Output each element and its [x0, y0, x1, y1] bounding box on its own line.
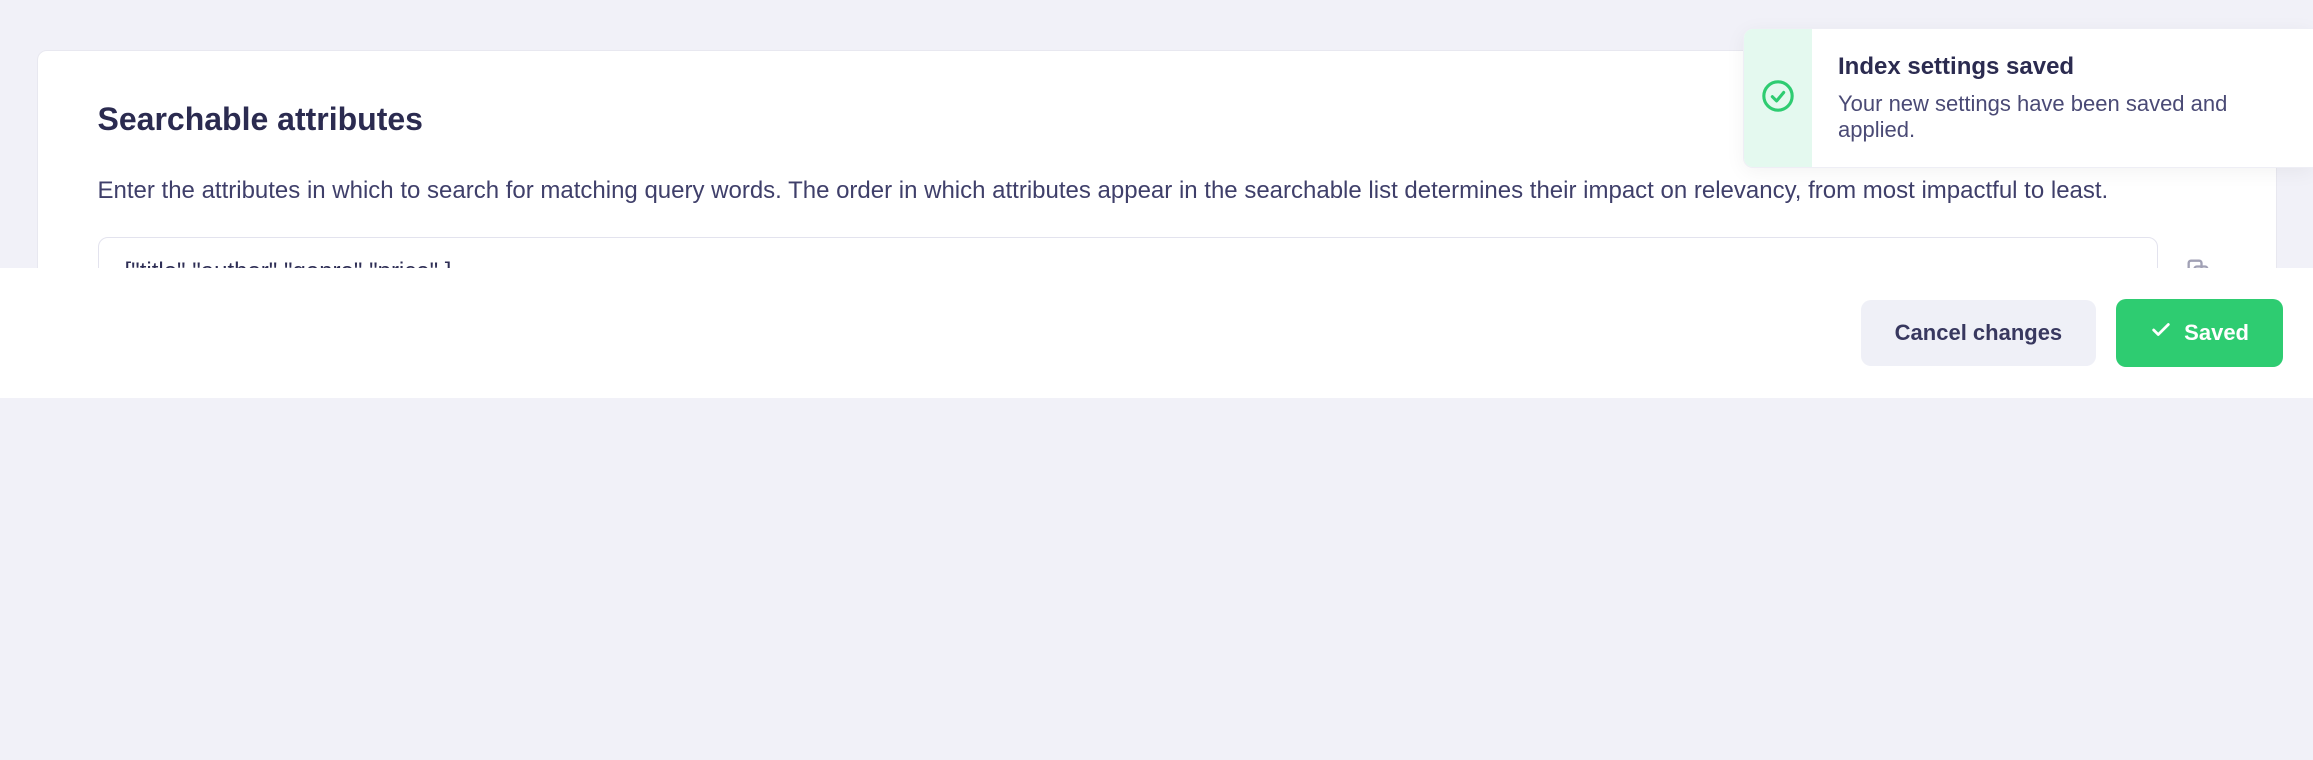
footer-bar: Cancel changes Saved [0, 268, 2313, 398]
toast-stripe [1744, 29, 1812, 167]
section-description: Enter the attributes in which to search … [98, 174, 2216, 209]
toast-title: Index settings saved [1838, 53, 2287, 81]
saved-label: Saved [2184, 320, 2249, 346]
saved-button[interactable]: Saved [2116, 299, 2283, 367]
cancel-changes-button[interactable]: Cancel changes [1861, 300, 2097, 366]
toast-message: Your new settings have been saved and ap… [1838, 91, 2287, 143]
cancel-label: Cancel changes [1895, 320, 2063, 346]
success-check-icon [1761, 79, 1795, 118]
content-wrap: Searchable attributes Enter the attribut… [0, 0, 2313, 398]
toast-body: Index settings saved Your new settings h… [1812, 29, 2313, 167]
toast-notification: Index settings saved Your new settings h… [1743, 28, 2313, 168]
check-icon [2150, 319, 2172, 347]
